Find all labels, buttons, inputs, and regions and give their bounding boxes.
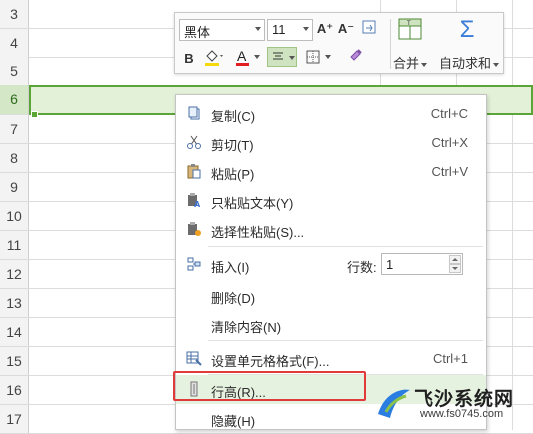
fill-color-button[interactable] (203, 47, 225, 67)
decrease-font-size-icon[interactable]: A⁻ (337, 19, 355, 39)
menu-item-paste[interactable]: 粘贴(P) Ctrl+V (176, 157, 486, 186)
chevron-down-icon (421, 62, 428, 67)
menu-item-paste-special[interactable]: 选择性粘贴(S)... (176, 215, 486, 244)
autosum-label: 自动求和 (439, 56, 492, 71)
menu-item-shortcut: Ctrl+C (430, 106, 468, 121)
menu-item-clear-contents[interactable]: 清除内容(N) (176, 310, 486, 339)
menu-item-label: 剪切(T) (211, 138, 254, 153)
menu-separator (208, 340, 483, 341)
menu-item-shortcut: Ctrl+X (431, 135, 468, 150)
menu-item-format-cells[interactable]: 设置单元格格式(F)... Ctrl+1 (176, 344, 486, 373)
chevron-down-icon (493, 62, 500, 67)
scissors-icon (187, 135, 201, 149)
menu-item-copy[interactable]: 复制(C) Ctrl+C (176, 99, 486, 128)
row-header[interactable]: 13 (0, 289, 29, 317)
row-header[interactable]: 17 (0, 405, 29, 433)
watermark-title: 飞沙系统网 (414, 389, 515, 410)
autosum-button[interactable]: 自动求和 (439, 53, 500, 72)
paste-text-icon: A (188, 193, 201, 208)
borders-button[interactable] (305, 47, 331, 67)
merge-cells-button[interactable]: 合并 (393, 53, 428, 72)
chevron-down-icon (289, 56, 295, 60)
format-cells-icon (186, 351, 202, 366)
floating-format-toolbar: 黑体 11 A⁺ A⁻ B A T 合并 Σ 自动求和 (174, 12, 504, 74)
font-name-select[interactable]: 黑体 (179, 19, 265, 41)
menu-item-label: 只粘贴文本(Y) (211, 196, 294, 211)
toolbar-divider (390, 19, 391, 69)
annotation-highlight-box (173, 371, 366, 401)
font-size-select[interactable]: 11 (267, 19, 313, 41)
menu-item-label: 清除内容(N) (211, 320, 282, 335)
menu-item-label: 删除(D) (211, 291, 256, 306)
paste-special-icon (188, 222, 201, 236)
row-header[interactable]: 16 (0, 376, 29, 404)
row-header[interactable]: 9 (0, 173, 29, 201)
site-watermark: 飞沙系统网 www.fs0745.com (372, 380, 532, 428)
row-header[interactable]: 3 (0, 0, 29, 28)
fill-handle[interactable] (31, 111, 38, 118)
row-header[interactable]: 10 (0, 202, 29, 230)
chevron-down-icon (325, 55, 331, 59)
spinner-down-icon[interactable] (449, 264, 461, 273)
menu-item-delete[interactable]: 删除(D) (176, 281, 486, 310)
menu-item-label: 隐藏(H) (211, 414, 256, 429)
watermark-logo-icon (378, 389, 410, 418)
menu-item-label: 选择性粘贴(S)... (211, 225, 305, 240)
watermark-url: www.fs0745.com (420, 408, 504, 420)
font-color-button[interactable]: A (235, 47, 260, 67)
menu-item-label: 复制(C) (211, 109, 256, 124)
rows-count-value: 1 (386, 257, 394, 272)
row-header[interactable]: 15 (0, 347, 29, 375)
paste-icon (187, 164, 201, 179)
menu-item-shortcut: Ctrl+V (431, 164, 468, 179)
row-header[interactable]: 4 (0, 29, 29, 57)
menu-separator (208, 246, 483, 247)
merge-cells-icon[interactable]: T (397, 18, 423, 42)
rows-count-label: 行数: (347, 260, 377, 275)
menu-item-label: 插入(I) (211, 260, 250, 275)
svg-text:T: T (406, 20, 411, 27)
align-center-button[interactable] (267, 47, 297, 67)
font-size-value: 11 (272, 22, 286, 37)
format-painter-icon[interactable] (345, 47, 367, 67)
rows-count-input[interactable]: 1 (381, 253, 463, 275)
chevron-down-icon (255, 27, 261, 31)
row-header[interactable]: 14 (0, 318, 29, 346)
row-header[interactable]: 8 (0, 144, 29, 172)
row-header[interactable]: 5 (0, 57, 29, 85)
row-header[interactable]: 7 (0, 115, 29, 143)
row-header[interactable]: 12 (0, 260, 29, 288)
font-name-value: 黑体 (184, 25, 211, 40)
clear-format-icon[interactable] (360, 19, 378, 39)
menu-item-shortcut: Ctrl+1 (432, 351, 468, 366)
insert-rows-icon (187, 257, 201, 271)
increase-font-size-icon[interactable]: A⁺ (316, 19, 334, 39)
spinner-up-icon[interactable] (449, 255, 461, 264)
font-color-bar (236, 63, 249, 66)
autosum-icon[interactable]: Σ (454, 17, 480, 43)
merge-cells-label: 合并 (393, 56, 420, 71)
svg-text:A: A (194, 200, 201, 208)
chevron-down-icon (254, 55, 260, 59)
row-header[interactable]: 11 (0, 231, 29, 259)
menu-item-cut[interactable]: 剪切(T) Ctrl+X (176, 128, 486, 157)
copy-icon (188, 106, 200, 120)
menu-item-paste-text-only[interactable]: A 只粘贴文本(Y) (176, 186, 486, 215)
bold-button[interactable]: B (181, 49, 197, 69)
menu-item-label: 设置单元格格式(F)... (211, 354, 330, 369)
chevron-down-icon (303, 27, 309, 31)
menu-item-label: 粘贴(P) (211, 167, 255, 182)
menu-item-insert[interactable]: 插入(I) 行数: 1 (176, 250, 486, 279)
row-header-selected[interactable]: 6 (0, 85, 29, 114)
